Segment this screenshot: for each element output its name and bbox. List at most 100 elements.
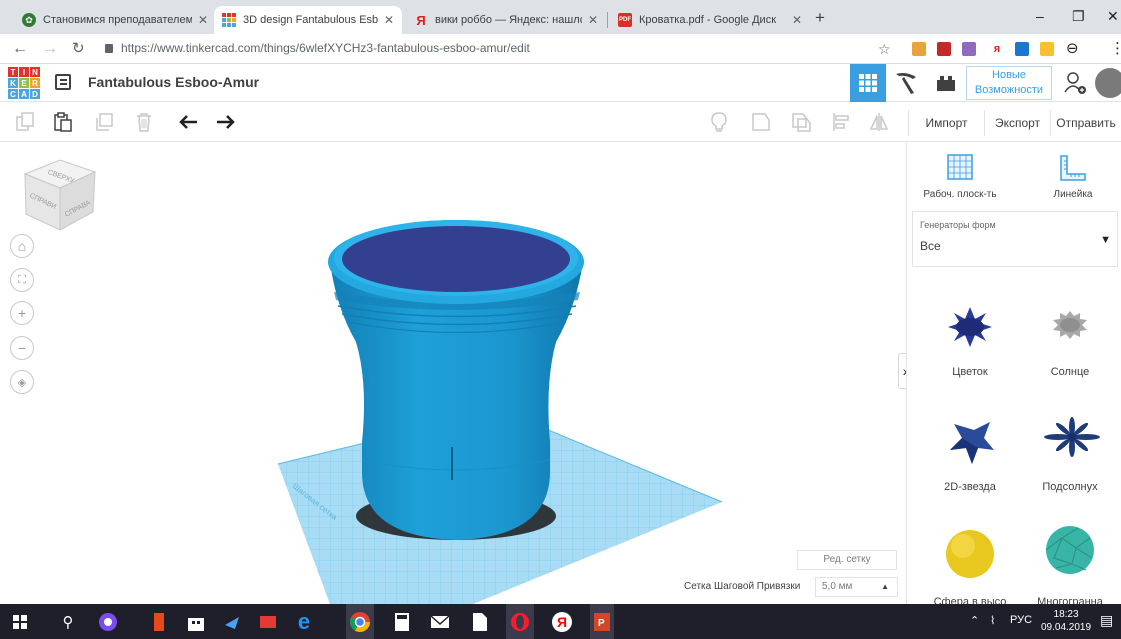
menu-dots-icon[interactable]: ⋮ bbox=[1110, 39, 1121, 59]
duplicate-icon[interactable] bbox=[93, 111, 115, 133]
address-bar[interactable]: https://www.tinkercad.com/things/6wlefXY… bbox=[105, 41, 530, 55]
back-arrow-icon[interactable]: ← bbox=[12, 39, 28, 59]
notifications-icon[interactable]: ▤ bbox=[1100, 612, 1113, 629]
forward-arrow-icon[interactable]: → bbox=[42, 39, 58, 59]
opera-icon[interactable] bbox=[506, 604, 534, 639]
edit-grid-button[interactable]: Ред. сетку bbox=[797, 550, 897, 570]
svg-text:P: P bbox=[598, 618, 605, 629]
design-list-icon[interactable] bbox=[55, 74, 71, 90]
undo-icon[interactable] bbox=[177, 111, 199, 133]
sun-shape-thumb[interactable] bbox=[1053, 311, 1087, 339]
extension-home-icon[interactable] bbox=[1015, 42, 1029, 56]
3d-workspace[interactable]: Шаговая сетка СВЕРХУ СПРАВИ СПРАВА ⌂ ⛶ +… bbox=[0, 142, 906, 604]
alice-icon[interactable] bbox=[98, 612, 118, 632]
yandex-browser-icon[interactable]: Я bbox=[552, 612, 572, 632]
browser-tab-strip: ✿ Становимся преподавателем р ✕ 3D desig… bbox=[0, 0, 1121, 34]
pdf-icon: PDF bbox=[618, 13, 632, 27]
copy-icon[interactable] bbox=[14, 111, 36, 133]
mail-app-icon[interactable] bbox=[258, 612, 278, 632]
close-tab-icon[interactable]: ✕ bbox=[198, 13, 208, 27]
shape-label-star: 2D-звезда bbox=[944, 481, 996, 493]
close-window-button[interactable]: ✕ bbox=[1107, 6, 1119, 26]
maximize-button[interactable]: ❐ bbox=[1072, 6, 1085, 26]
language-indicator[interactable]: РУС bbox=[1010, 614, 1032, 626]
zoom-out-button[interactable]: − bbox=[10, 336, 34, 360]
mirror-icon[interactable] bbox=[868, 111, 890, 133]
close-tab-icon[interactable]: ✕ bbox=[792, 13, 802, 27]
add-user-icon bbox=[1064, 72, 1086, 94]
avatar[interactable] bbox=[1095, 68, 1121, 98]
store-icon[interactable] bbox=[186, 612, 206, 632]
lightbulb-icon[interactable] bbox=[708, 111, 730, 133]
brick-icon bbox=[937, 76, 955, 91]
plus-icon: + bbox=[17, 305, 27, 321]
paste-icon[interactable] bbox=[52, 111, 74, 133]
3d-view-button[interactable] bbox=[850, 64, 886, 102]
app-icon-orange[interactable] bbox=[150, 612, 170, 632]
fit-view-button[interactable]: ⛶ bbox=[10, 268, 34, 292]
close-tab-icon[interactable]: ✕ bbox=[384, 13, 394, 27]
import-button[interactable]: Импорт bbox=[908, 110, 984, 136]
design-title[interactable]: Fantabulous Esboo-Amur bbox=[88, 74, 259, 90]
yandex-extension-icon[interactable]: я bbox=[990, 42, 1004, 56]
file-icon[interactable] bbox=[470, 612, 490, 632]
snap-grid-select[interactable]: 5,0 мм ▲ bbox=[815, 577, 898, 597]
ungroup-icon[interactable] bbox=[790, 111, 812, 133]
app-icon-blue[interactable] bbox=[222, 612, 242, 632]
send-to-button[interactable]: Отправить bbox=[1050, 110, 1121, 136]
ruler-icon bbox=[1060, 155, 1086, 181]
shape-generators-select[interactable]: Генераторы форм Все ▼ bbox=[912, 211, 1118, 267]
new-tab-button[interactable]: + bbox=[815, 9, 825, 26]
extension-cart-icon[interactable] bbox=[1040, 42, 1054, 56]
tab-teacher[interactable]: ✿ Становимся преподавателем р ✕ bbox=[14, 6, 216, 34]
flower-shape-thumb[interactable] bbox=[948, 307, 992, 347]
pickaxe-icon bbox=[896, 73, 916, 94]
star-2d-shape-thumb[interactable] bbox=[950, 422, 994, 464]
zoom-in-button[interactable]: + bbox=[10, 301, 34, 325]
edge-browser-icon[interactable]: e bbox=[294, 609, 314, 634]
blocks-view-button[interactable] bbox=[888, 64, 924, 102]
search-icon[interactable]: ⚲ bbox=[58, 612, 78, 632]
bookmark-star-icon[interactable]: ☆ bbox=[878, 39, 891, 59]
sphere-shape-thumb[interactable] bbox=[946, 530, 994, 578]
tinkercad-logo[interactable]: T I N K E R C A D bbox=[8, 67, 40, 99]
calculator-icon[interactable] bbox=[392, 612, 412, 632]
delete-icon[interactable] bbox=[133, 111, 155, 133]
tab-yandex[interactable]: Я вики роббо — Яндекс: нашлось ✕ bbox=[406, 6, 606, 34]
group-icon[interactable] bbox=[750, 111, 772, 133]
bricks-view-button[interactable] bbox=[928, 64, 964, 102]
powerpoint-icon[interactable]: P bbox=[590, 604, 614, 639]
tab-pdf[interactable]: PDF Кроватка.pdf - Google Диск ✕ bbox=[610, 6, 810, 34]
tray-up-arrow-icon[interactable]: ⌃ bbox=[970, 614, 979, 627]
editor-toolbar: Импорт Экспорт Отправить bbox=[0, 102, 1121, 142]
globe-icon: ✿ bbox=[22, 13, 36, 27]
reload-icon[interactable]: ↻ bbox=[72, 39, 85, 59]
clock[interactable]: 18:23 09.04.2019 bbox=[1041, 608, 1091, 634]
extension-icon[interactable] bbox=[912, 42, 926, 56]
home-view-button[interactable]: ⌂ bbox=[10, 234, 34, 258]
workplane-icon bbox=[947, 154, 973, 180]
cup-model[interactable] bbox=[328, 220, 584, 540]
workplane-tool[interactable]: Рабоч. плоск-ть bbox=[921, 154, 999, 200]
tab-tinkercad[interactable]: 3D design Fantabulous Esboo-A ✕ bbox=[214, 6, 402, 34]
close-tab-icon[interactable]: ✕ bbox=[588, 13, 598, 27]
export-button[interactable]: Экспорт bbox=[984, 110, 1050, 136]
add-user-button[interactable] bbox=[1058, 64, 1094, 102]
ruler-tool[interactable]: Линейка bbox=[1043, 154, 1103, 200]
profile-icon[interactable]: ⊖ bbox=[1066, 39, 1079, 59]
redo-icon[interactable] bbox=[215, 111, 237, 133]
chrome-taskbar-icon[interactable] bbox=[346, 604, 374, 639]
extension-search-icon[interactable] bbox=[962, 42, 976, 56]
view-cube[interactable]: СВЕРХУ СПРАВИ СПРАВА bbox=[20, 154, 100, 234]
align-icon[interactable] bbox=[830, 111, 852, 133]
mail-icon[interactable] bbox=[430, 612, 450, 632]
extension-pdf-icon[interactable] bbox=[937, 42, 951, 56]
windows-start-icon[interactable] bbox=[10, 612, 30, 632]
sunflower-shape-thumb[interactable] bbox=[1044, 417, 1100, 457]
workplane-canvas[interactable]: Шаговая сетка bbox=[0, 142, 906, 604]
network-icon[interactable]: ⌇ bbox=[990, 614, 995, 627]
perspective-button[interactable]: ◈ bbox=[10, 370, 34, 394]
minimize-button[interactable]: – bbox=[1036, 6, 1044, 26]
polyhedron-shape-thumb[interactable] bbox=[1045, 526, 1094, 574]
new-features-button[interactable]: Новые Возможности bbox=[966, 66, 1052, 100]
